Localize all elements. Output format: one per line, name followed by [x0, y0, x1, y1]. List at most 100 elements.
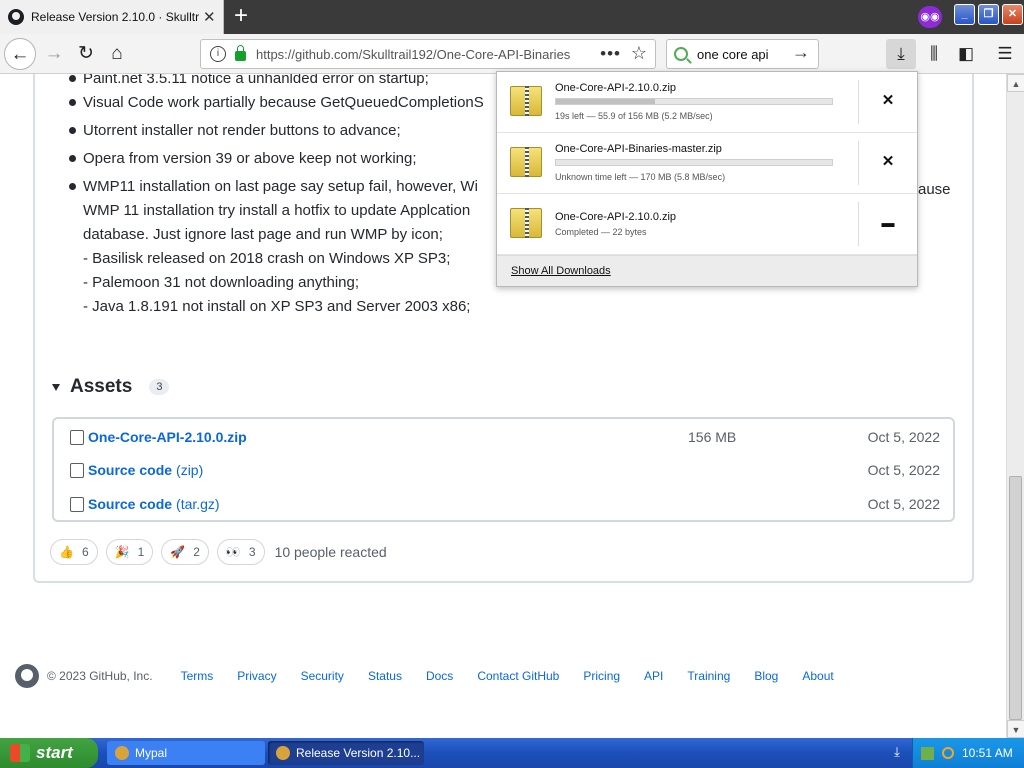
- zip-file-icon: [510, 208, 542, 238]
- search-go-icon[interactable]: →: [792, 42, 810, 63]
- asset-link[interactable]: One-Core-API-2.10.0.zip: [88, 429, 247, 445]
- search-icon: [674, 47, 688, 61]
- tab-bar: Release Version 2.10.0 · Skulltrail ✕ + …: [0, 0, 1024, 34]
- bookmark-star-icon[interactable]: ☆: [631, 43, 647, 64]
- search-tray-icon[interactable]: [942, 747, 954, 759]
- page-actions-icon[interactable]: •••: [600, 44, 621, 64]
- search-bar[interactable]: one core api →: [666, 39, 819, 69]
- clock: 10:51 AM: [962, 746, 1013, 760]
- thumbs-up-icon: 👍: [59, 545, 74, 559]
- windows-flag-icon: [10, 744, 30, 762]
- footer-link-docs[interactable]: Docs: [426, 669, 453, 683]
- downloads-tray-icon[interactable]: ⤓: [888, 744, 906, 762]
- taskbar-item-release[interactable]: Release Version 2.10...: [268, 741, 424, 765]
- url-bar[interactable]: i https://github.com/Skulltrail192/One-C…: [200, 39, 656, 69]
- download-item[interactable]: One-Core-API-2.10.0.zip Completed — 22 b…: [497, 194, 917, 255]
- downloads-panel: One-Core-API-2.10.0.zip 19s left — 55.9 …: [496, 71, 918, 287]
- browser-tab[interactable]: Release Version 2.10.0 · Skulltrail ✕: [0, 0, 224, 34]
- file-zip-icon: [70, 462, 84, 478]
- asset-row[interactable]: Source code (tar.gz) Oct 5, 2022: [70, 492, 940, 516]
- back-icon[interactable]: ←: [4, 38, 36, 70]
- window-close-icon[interactable]: ✕: [1002, 4, 1023, 25]
- footer-link-contact[interactable]: Contact GitHub: [477, 669, 559, 683]
- network-icon[interactable]: [921, 746, 934, 760]
- list-item: Visual Code work partially because GetQu…: [34, 91, 484, 115]
- vertical-scrollbar[interactable]: ▲ ▼: [1006, 74, 1024, 738]
- list-item: Paint.net 3.5.11 notice a unhanlded erro…: [34, 74, 484, 91]
- tab-title: Release Version 2.10.0 · Skulltrail: [31, 10, 199, 24]
- scroll-up-icon[interactable]: ▲: [1007, 74, 1024, 92]
- list-item: - Basilisk released on 2018 crash on Win…: [83, 250, 451, 267]
- scrollbar-thumb[interactable]: [1009, 476, 1022, 720]
- download-status: Completed — 22 bytes: [555, 227, 647, 237]
- asset-format[interactable]: (zip): [176, 462, 203, 478]
- footer-link-terms[interactable]: Terms: [181, 669, 214, 683]
- private-mask-icon: ◉◉: [918, 6, 942, 28]
- list-item: - Palemoon 31 not downloading anything;: [83, 274, 360, 291]
- footer-link-security[interactable]: Security: [301, 669, 344, 683]
- restore-icon[interactable]: ❐: [978, 4, 999, 25]
- asset-row[interactable]: One-Core-API-2.10.0.zip 156 MB Oct 5, 20…: [70, 425, 940, 449]
- taskbar-item-mypal[interactable]: Mypal: [107, 741, 265, 765]
- new-tab-icon[interactable]: +: [229, 3, 253, 29]
- footer-link-training[interactable]: Training: [687, 669, 730, 683]
- mypal-icon: [115, 746, 129, 760]
- download-item[interactable]: One-Core-API-2.10.0.zip 19s left — 55.9 …: [497, 72, 917, 133]
- download-filename: One-Core-API-Binaries-master.zip: [555, 143, 722, 155]
- asset-format[interactable]: (tar.gz): [176, 496, 220, 512]
- footer-link-api[interactable]: API: [644, 669, 663, 683]
- info-icon[interactable]: i: [210, 46, 226, 62]
- url-text[interactable]: https://github.com/Skulltrail192/One-Cor…: [256, 47, 576, 62]
- home-icon[interactable]: ⌂: [101, 38, 133, 70]
- eyes-icon: 👀: [225, 545, 241, 559]
- system-tray: 10:51 AM: [912, 738, 1024, 768]
- github-logo-icon[interactable]: [15, 664, 39, 688]
- download-status: Unknown time left — 170 MB (5.8 MB/sec): [555, 172, 726, 182]
- reactions-summary: 10 people reacted: [274, 544, 387, 560]
- download-progress-bar: [555, 98, 833, 105]
- asset-link[interactable]: Source code: [88, 496, 172, 512]
- reaction-hooray[interactable]: 🎉 1: [105, 539, 154, 565]
- asset-row[interactable]: Source code (zip) Oct 5, 2022: [70, 458, 940, 482]
- footer-link-blog[interactable]: Blog: [754, 669, 778, 683]
- cancel-download-icon[interactable]: ✕: [877, 90, 899, 112]
- close-tab-icon[interactable]: ✕: [203, 8, 216, 26]
- folder-icon[interactable]: ▬: [877, 212, 899, 234]
- start-button[interactable]: start: [0, 738, 98, 768]
- asset-link[interactable]: Source code: [88, 462, 172, 478]
- footer-link-pricing[interactable]: Pricing: [583, 669, 620, 683]
- expand-triangle-icon[interactable]: [52, 383, 60, 391]
- cancel-download-icon[interactable]: ✕: [877, 151, 899, 173]
- reaction-rocket[interactable]: 🚀 2: [161, 539, 209, 565]
- downloads-icon[interactable]: ⤓: [886, 39, 916, 69]
- reload-icon[interactable]: ↻: [70, 38, 102, 70]
- library-icon[interactable]: ⫼: [919, 39, 949, 69]
- download-item[interactable]: One-Core-API-Binaries-master.zip Unknown…: [497, 133, 917, 194]
- github-favicon-icon: [8, 9, 24, 25]
- download-filename: One-Core-API-2.10.0.zip: [555, 211, 677, 223]
- party-popper-icon: 🎉: [114, 545, 130, 559]
- search-input[interactable]: one core api: [697, 47, 769, 62]
- reaction-count: 6: [81, 545, 89, 559]
- assets-title: Assets: [70, 376, 133, 397]
- sidebar-icon[interactable]: ◧: [951, 39, 981, 69]
- menu-icon[interactable]: ☰: [990, 39, 1020, 69]
- assets-header[interactable]: Assets 3: [52, 376, 170, 398]
- asset-size: 156 MB: [688, 429, 737, 445]
- list-item: Opera from version 39 or above keep not …: [34, 147, 484, 171]
- taskbar-item-label: Release Version 2.10...: [296, 746, 421, 760]
- file-zip-icon: [70, 496, 84, 512]
- footer-link-privacy[interactable]: Privacy: [237, 669, 276, 683]
- scroll-down-icon[interactable]: ▼: [1007, 720, 1024, 738]
- show-all-downloads-button[interactable]: Show All Downloads: [511, 265, 611, 277]
- navigation-toolbar: ← → ↻ ⌂ i https://github.com/Skulltrail1…: [0, 34, 1024, 74]
- footer-link-about[interactable]: About: [802, 669, 833, 683]
- reaction-eyes[interactable]: 👀 3: [216, 539, 265, 565]
- footer-link-status[interactable]: Status: [368, 669, 402, 683]
- forward-icon[interactable]: →: [38, 38, 70, 70]
- assets-count-badge: 3: [149, 379, 170, 395]
- reaction-thumbs-up[interactable]: 👍 6: [50, 539, 98, 565]
- list-item: WMP 11 installation try install a hotfix…: [83, 202, 471, 219]
- minimize-icon[interactable]: _: [954, 4, 975, 25]
- asset-date: Oct 5, 2022: [867, 496, 940, 512]
